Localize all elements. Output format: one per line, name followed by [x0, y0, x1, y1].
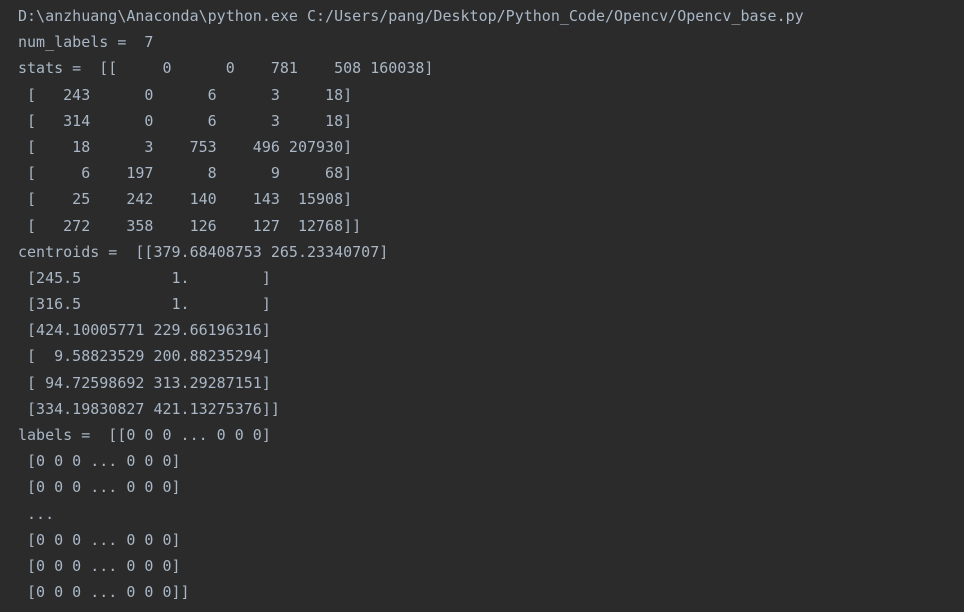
- console-output[interactable]: D:\anzhuang\Anaconda\python.exe C:/Users…: [0, 0, 964, 612]
- console-line-centroids-row: [334.19830827 421.13275376]]: [18, 399, 280, 418]
- console-line-stats-row: [ 314 0 6 3 18]: [18, 111, 353, 130]
- console-line-centroids: centroids = [[379.68408753 265.23340707]: [18, 242, 389, 261]
- console-line-centroids-row: [424.10005771 229.66196316]: [18, 321, 271, 340]
- console-line-centroids-row: [316.5 1. ]: [18, 295, 271, 314]
- console-line-labels-row: [0 0 0 ... 0 0 0]: [18, 478, 181, 497]
- console-line-centroids-row: [245.5 1. ]: [18, 268, 271, 287]
- console-line-stats-row: [ 25 242 140 143 15908]: [18, 190, 353, 209]
- console-line-centroids-row: [ 9.58823529 200.88235294]: [18, 347, 271, 366]
- console-line-labels-row: [0 0 0 ... 0 0 0]: [18, 530, 181, 549]
- console-line-stats-row: [ 243 0 6 3 18]: [18, 85, 353, 104]
- console-line-labels-row: [0 0 0 ... 0 0 0]: [18, 556, 181, 575]
- console-line-num-labels: num_labels = 7: [18, 33, 154, 52]
- console-line-labels: labels = [[0 0 0 ... 0 0 0]: [18, 426, 271, 444]
- console-line-stats-row: [ 6 197 8 9 68]: [18, 164, 353, 183]
- console-line-stats-row: [ 18 3 753 496 207930]: [18, 137, 353, 156]
- console-line-labels-row: [0 0 0 ... 0 0 0]]: [18, 583, 190, 602]
- console-line-stats: stats = [[ 0 0 781 508 160038]: [18, 59, 434, 78]
- console-line-labels-row: [0 0 0 ... 0 0 0]: [18, 452, 181, 471]
- console-line-centroids-row: [ 94.72598692 313.29287151]: [18, 373, 271, 392]
- console-line-command: D:\anzhuang\Anaconda\python.exe C:/Users…: [18, 7, 804, 25]
- console-line-ellipsis: ...: [18, 504, 55, 523]
- console-line-stats-row: [ 272 358 126 127 12768]]: [18, 216, 362, 235]
